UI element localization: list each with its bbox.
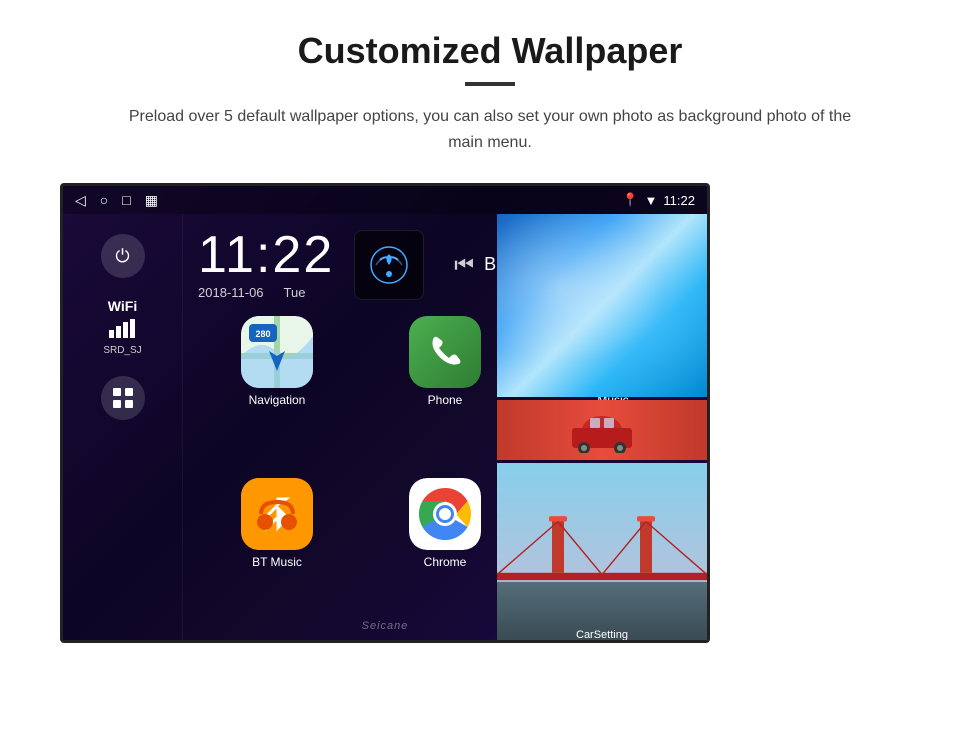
- clock-display: 11:22 2018-11-06 Tue: [198, 229, 334, 300]
- media-controls: ⏮ B: [454, 252, 496, 278]
- signal-widget: [354, 230, 424, 300]
- bt-music-label: BT Music: [252, 555, 302, 569]
- wallpaper-ice: [497, 214, 707, 397]
- navigation-label: Navigation: [249, 393, 306, 407]
- media-label: B: [484, 254, 496, 275]
- navigation-icon: 280: [241, 316, 313, 388]
- status-bar-left: ◁ ○ □ ▦: [75, 192, 158, 209]
- left-sidebar: ⏻ WiFi SRD_SJ: [63, 214, 183, 640]
- phone-label: Phone: [428, 393, 463, 407]
- chrome-label: Chrome: [424, 555, 467, 569]
- status-bar: ◁ ○ □ ▦ 📍 ▼ 11:22: [63, 186, 707, 214]
- app-item-bt-music[interactable]: BT Music: [198, 478, 356, 630]
- apps-button[interactable]: [101, 376, 145, 420]
- wifi-signal: [103, 318, 141, 343]
- android-screen: ◁ ○ □ ▦ 📍 ▼ 11:22 ⏻: [60, 183, 710, 643]
- day-value: Tue: [284, 285, 306, 300]
- phone-icon: [409, 316, 481, 388]
- title-divider: [465, 82, 515, 86]
- power-icon: ⏻: [115, 246, 129, 267]
- chrome-icon: [409, 478, 481, 550]
- clock-date: 2018-11-06 Tue: [198, 285, 334, 300]
- screenshot-icon[interactable]: ▦: [145, 192, 158, 209]
- app-item-navigation[interactable]: 280 Navigation: [198, 316, 356, 468]
- prev-track-button[interactable]: ⏮: [454, 252, 474, 278]
- page-title: Customized Wallpaper: [60, 30, 920, 72]
- wallpaper-previews: CarSetting: [497, 214, 707, 643]
- signal-icon: ▼: [645, 193, 658, 208]
- clock-time: 11:22: [198, 229, 334, 281]
- status-bar-right: 📍 ▼ 11:22: [622, 192, 695, 208]
- back-icon[interactable]: ◁: [75, 192, 86, 209]
- car-setting-area: [497, 400, 707, 460]
- watermark: Seicane: [362, 620, 409, 632]
- wifi-widget: WiFi SRD_SJ: [103, 298, 141, 356]
- page-description: Preload over 5 default wallpaper options…: [110, 104, 870, 155]
- location-icon: 📍: [622, 192, 638, 208]
- carsetting-label: CarSetting: [497, 629, 707, 641]
- wallpaper-bridge: CarSetting: [497, 463, 707, 643]
- power-button[interactable]: ⏻: [101, 234, 145, 278]
- svg-text:280: 280: [255, 329, 270, 339]
- date-value: 2018-11-06: [198, 285, 264, 300]
- wifi-network: SRD_SJ: [103, 345, 141, 356]
- page-container: Customized Wallpaper Preload over 5 defa…: [0, 0, 980, 663]
- wallpaper-car: [497, 400, 707, 460]
- wifi-label: WiFi: [103, 298, 141, 314]
- home-icon[interactable]: ○: [100, 192, 108, 208]
- recents-icon[interactable]: □: [122, 192, 130, 208]
- bridge-background: [497, 463, 707, 643]
- screen-wrapper: ◁ ○ □ ▦ 📍 ▼ 11:22 ⏻: [60, 183, 920, 643]
- ice-texture: [497, 214, 707, 397]
- bt-music-icon: [241, 478, 313, 550]
- status-time: 11:22: [663, 193, 695, 208]
